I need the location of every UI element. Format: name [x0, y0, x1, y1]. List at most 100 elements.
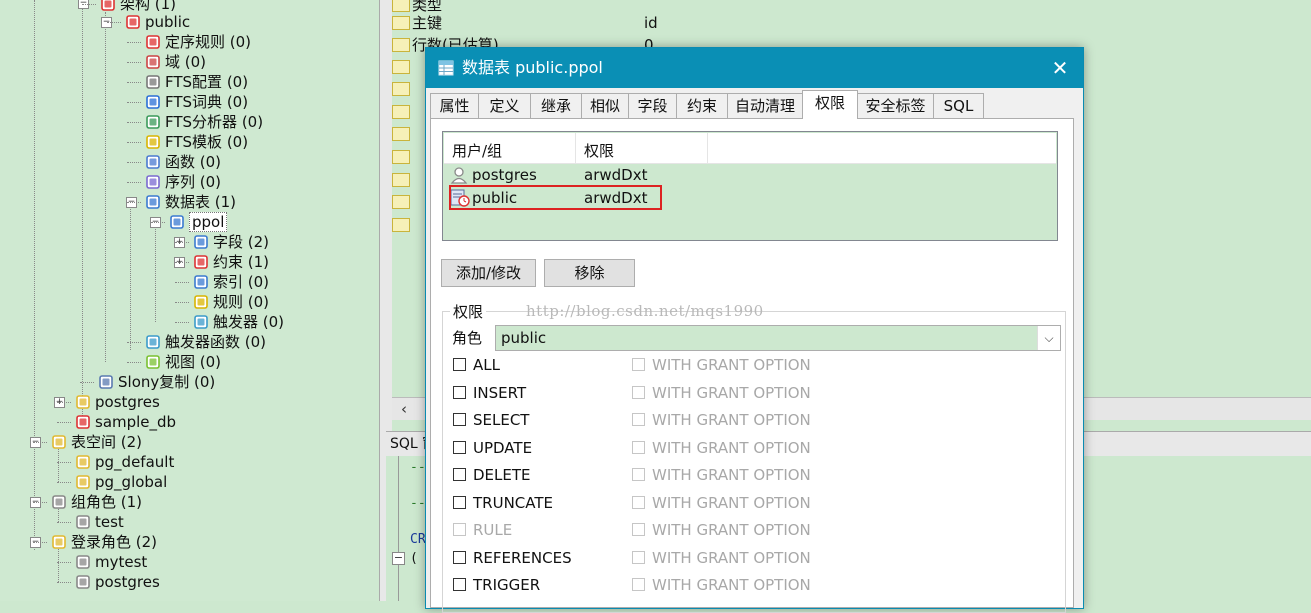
object-browser-tree[interactable]: − − − − + + + − − − 架构 (1) public 定序规则 (0)…: [0, 0, 379, 601]
tree-item-label: ppol: [189, 212, 228, 232]
table-icon: [169, 214, 185, 230]
dialog-title-bar[interactable]: 数据表 public.ppol ✕: [426, 48, 1083, 88]
tree-item[interactable]: mytest: [75, 552, 147, 572]
checkbox-box[interactable]: [453, 495, 466, 509]
scroll-left-arrow-icon[interactable]: ‹: [396, 398, 412, 420]
tab-1[interactable]: 定义: [478, 93, 531, 118]
checkbox-box[interactable]: [453, 550, 466, 564]
list-item-postgres[interactable]: postgres arwdDxt: [444, 164, 1056, 186]
checkbox-box[interactable]: [453, 468, 466, 481]
tree-item-label: 组角色 (1): [71, 493, 143, 511]
tree-item[interactable]: 组角色 (1): [51, 492, 142, 512]
tab-3[interactable]: 相似: [581, 93, 629, 118]
tree-item[interactable]: 索引 (0): [193, 272, 269, 292]
login-roles-icon: [51, 534, 67, 550]
column-header-privileges[interactable]: 权限: [576, 133, 708, 163]
tree-item[interactable]: 字段 (2): [193, 232, 269, 252]
schema-icon: [100, 0, 116, 12]
privileges-group-label: 权限: [450, 301, 487, 322]
tree-item[interactable]: postgres: [75, 572, 160, 592]
checkbox-box: [632, 523, 645, 536]
tree-item[interactable]: 视图 (0): [145, 352, 221, 372]
column-header-user[interactable]: 用户/组: [444, 133, 576, 163]
fts-dictionary-icon: [145, 94, 161, 110]
tree-item-label: FTS分析器 (0): [165, 113, 264, 131]
checkbox-box: [632, 468, 645, 481]
tree-item[interactable]: FTS词典 (0): [145, 92, 248, 112]
tree-item[interactable]: 触发器 (0): [193, 312, 284, 332]
checkbox-box[interactable]: [453, 440, 466, 454]
sql-gutter-line: [398, 456, 399, 601]
grant-option-label: WITH GRANT OPTION: [652, 493, 811, 512]
tree-item[interactable]: public: [125, 12, 190, 32]
checkbox-box[interactable]: [453, 413, 466, 426]
checkbox-box[interactable]: [453, 578, 466, 591]
checkbox-box[interactable]: [453, 385, 466, 399]
tree-item-label: mytest: [95, 553, 148, 571]
privilege-label: SELECT: [473, 411, 530, 429]
tree-item[interactable]: 触发器函数 (0): [145, 332, 266, 352]
property-row[interactable]: [392, 56, 412, 78]
role-select[interactable]: public ⌵: [495, 325, 1061, 351]
tree-connector: [107, 22, 121, 23]
remove-button[interactable]: 移除: [544, 259, 635, 287]
tab-4[interactable]: 字段: [628, 93, 677, 118]
tree-item-label: 触发器函数 (0): [165, 333, 267, 351]
tree-item[interactable]: test: [75, 512, 124, 532]
tree-item[interactable]: 表空间 (2): [51, 432, 142, 452]
tree-item[interactable]: ppol: [169, 212, 228, 232]
tree-connector: [175, 322, 189, 323]
property-row[interactable]: [392, 191, 412, 213]
tree-item[interactable]: postgres: [75, 392, 160, 412]
tree-item-label: 约束 (1): [213, 253, 270, 271]
tree-item[interactable]: 函数 (0): [145, 152, 221, 172]
property-row[interactable]: [392, 146, 412, 168]
close-icon[interactable]: ✕: [1037, 48, 1083, 88]
grant-option-label: WITH GRANT OPTION: [652, 383, 811, 402]
tree-item[interactable]: 约束 (1): [193, 252, 269, 272]
fts-config-icon: [145, 74, 161, 90]
add-modify-button[interactable]: 添加/修改: [441, 259, 536, 287]
tree-connector: [127, 202, 141, 203]
tab-5[interactable]: 约束: [676, 93, 728, 118]
tree-item[interactable]: 定序规则 (0): [145, 32, 251, 52]
sql-fold-toggle[interactable]: −: [392, 552, 405, 565]
tree-connector: [57, 582, 71, 583]
property-row[interactable]: [392, 169, 412, 191]
tree-item[interactable]: FTS配置 (0): [145, 72, 248, 92]
checkbox-box[interactable]: [453, 358, 466, 371]
tree-item[interactable]: Slony复制 (0): [98, 372, 215, 392]
tab-0[interactable]: 属性: [430, 93, 479, 118]
collation-icon: [145, 34, 161, 50]
tree-item-label: 登录角色 (2): [71, 533, 158, 551]
role-label: 角色: [452, 329, 483, 347]
property-row[interactable]: [392, 123, 412, 145]
tree-item[interactable]: 数据表 (1): [145, 192, 236, 212]
tab-2[interactable]: 继承: [530, 93, 582, 118]
tab-6[interactable]: 自动清理: [727, 93, 803, 118]
tree-item[interactable]: FTS分析器 (0): [145, 112, 263, 132]
tree-item[interactable]: pg_global: [75, 472, 167, 492]
constraint-icon: [193, 254, 209, 270]
tree-item[interactable]: 域 (0): [145, 52, 206, 72]
tree-item[interactable]: pg_default: [75, 452, 174, 472]
tree-item[interactable]: 规则 (0): [193, 292, 269, 312]
tree-item[interactable]: FTS模板 (0): [145, 132, 248, 152]
tree-connector: [127, 82, 141, 83]
tree-item[interactable]: sample_db: [75, 412, 176, 432]
sql-code-line: (: [410, 551, 418, 566]
tree-item-label: Slony复制 (0): [118, 373, 216, 391]
tree-item[interactable]: 登录角色 (2): [51, 532, 157, 552]
property-row[interactable]: [392, 78, 412, 100]
tab-7[interactable]: 权限: [802, 90, 858, 119]
property-icon: [392, 38, 410, 52]
privilege-label: UPDATE: [473, 438, 533, 457]
tree-item[interactable]: 序列 (0): [145, 172, 221, 192]
property-row[interactable]: [392, 214, 412, 236]
group-role-icon: [75, 514, 91, 530]
property-row[interactable]: 主键 id: [392, 12, 658, 34]
property-row[interactable]: [392, 101, 412, 123]
tab-9[interactable]: SQL: [933, 93, 984, 118]
chevron-down-icon[interactable]: ⌵: [1037, 326, 1060, 350]
tab-8[interactable]: 安全标签: [857, 93, 934, 118]
